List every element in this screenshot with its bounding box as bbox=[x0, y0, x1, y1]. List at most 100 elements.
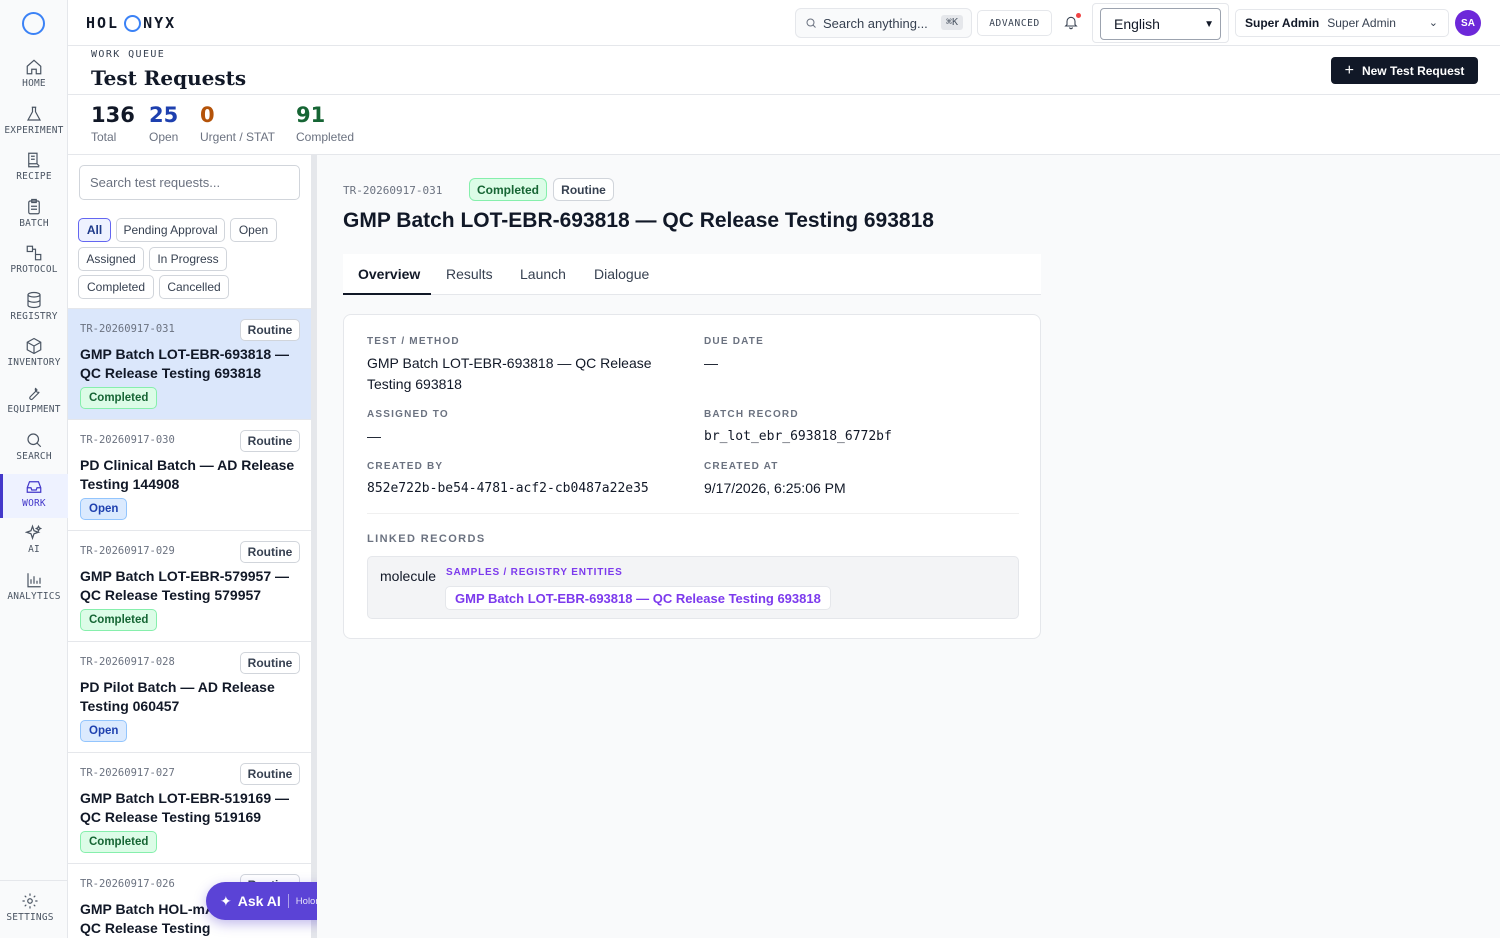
left-nav-rail: HOME EXPERIMENT RECIPE BATCH PROTOCOL RE… bbox=[0, 0, 68, 938]
plus-icon: + bbox=[1344, 61, 1354, 79]
nav-label: EQUIPMENT bbox=[7, 404, 61, 415]
list-search-input[interactable]: Search test requests... bbox=[79, 165, 300, 200]
filter-pending-approval[interactable]: Pending Approval bbox=[116, 218, 225, 242]
stat-value: 91 bbox=[296, 103, 326, 127]
app-logo[interactable] bbox=[22, 12, 45, 35]
stat-urgent: 0 Urgent / STAT bbox=[200, 103, 275, 144]
field-assigned-to: ASSIGNED TO — bbox=[367, 409, 667, 447]
nav-protocol[interactable]: PROTOCOL bbox=[0, 244, 68, 288]
nav-experiment[interactable]: EXPERIMENT bbox=[0, 105, 68, 149]
tab-results[interactable]: Results bbox=[446, 266, 493, 282]
request-card[interactable]: TR-20260917-031 Routine GMP Batch LOT-EB… bbox=[68, 309, 311, 420]
nav-ai[interactable]: AI bbox=[0, 524, 68, 568]
top-bar: HOL NYX Search anything... ⌘K ADVANCED E… bbox=[68, 0, 1500, 46]
search-icon bbox=[806, 18, 816, 28]
nav-home[interactable]: HOME bbox=[0, 58, 68, 102]
stat-completed: 91 Completed bbox=[296, 103, 354, 144]
stat-label: Open bbox=[149, 130, 179, 144]
status-badge: Open bbox=[80, 720, 128, 742]
detail-title: GMP Batch LOT-EBR-693818 — QC Release Te… bbox=[343, 209, 934, 232]
field-value: br_lot_ebr_693818_6772bf bbox=[704, 429, 892, 444]
request-card[interactable]: TR-20260917-028 Routine PD Pilot Batch —… bbox=[68, 642, 311, 753]
notification-dot bbox=[1076, 13, 1081, 18]
nav-batch[interactable]: BATCH bbox=[0, 198, 68, 242]
filter-in-progress[interactable]: In Progress bbox=[149, 247, 227, 271]
nav-search[interactable]: SEARCH bbox=[0, 431, 68, 475]
filter-open[interactable]: Open bbox=[230, 218, 277, 242]
detail-request-id: TR-20260917-031 bbox=[343, 184, 443, 197]
nav-label: BATCH bbox=[19, 218, 49, 229]
request-card[interactable]: TR-20260917-029 Routine GMP Batch LOT-EB… bbox=[68, 531, 311, 642]
request-detail: TR-20260917-031 Completed Routine GMP Ba… bbox=[317, 155, 1500, 938]
avatar[interactable]: SA bbox=[1455, 10, 1481, 36]
nav-registry[interactable]: REGISTRY bbox=[0, 291, 68, 335]
linked-records-box: molecule SAMPLES / REGISTRY ENTITIES GMP… bbox=[367, 556, 1019, 619]
nav-label: ANALYTICS bbox=[7, 591, 61, 602]
linked-entity-link[interactable]: GMP Batch LOT-EBR-693818 — QC Release Te… bbox=[445, 586, 831, 610]
tab-dialogue[interactable]: Dialogue bbox=[594, 266, 649, 282]
field-value: GMP Batch LOT-EBR-693818 — QC Release Te… bbox=[367, 355, 652, 392]
nav-label: SETTINGS bbox=[6, 912, 54, 923]
filter-assigned[interactable]: Assigned bbox=[78, 247, 144, 271]
nav-label: RECIPE bbox=[16, 171, 52, 182]
flask-icon bbox=[26, 106, 42, 121]
stat-total: 136 Total bbox=[91, 103, 135, 144]
request-id: TR-20260917-030 bbox=[80, 434, 175, 446]
brand-ring-icon bbox=[124, 14, 142, 32]
nav-label: AI bbox=[28, 544, 40, 555]
search-icon bbox=[27, 433, 42, 448]
protocol-icon bbox=[26, 245, 42, 261]
notifications-button[interactable] bbox=[1063, 13, 1081, 35]
filter-cancelled[interactable]: Cancelled bbox=[159, 275, 229, 299]
request-title: PD Clinical Batch — AD Release Testing 1… bbox=[80, 457, 295, 492]
nav-equipment[interactable]: EQUIPMENT bbox=[0, 384, 68, 428]
ask-ai-label: Ask AI bbox=[237, 893, 281, 909]
field-value: — bbox=[704, 355, 718, 371]
field-created-by: CREATED BY 852e722b-be54-4781-acf2-cb048… bbox=[367, 461, 697, 499]
nav-label: EXPERIMENT bbox=[4, 125, 64, 136]
stats-bar: 136 Total 25 Open 0 Urgent / STAT 91 Com… bbox=[68, 95, 1500, 155]
request-card[interactable]: TR-20260917-030 Routine PD Clinical Batc… bbox=[68, 420, 311, 531]
sparkle-icon: ✦ bbox=[220, 892, 232, 909]
nav-recipe[interactable]: RECIPE bbox=[0, 151, 68, 195]
panel-divider bbox=[367, 513, 1019, 514]
tab-launch[interactable]: Launch bbox=[520, 266, 566, 282]
status-badge: Completed bbox=[80, 831, 158, 853]
field-created-at: CREATED AT 9/17/2026, 6:25:06 PM bbox=[704, 461, 1004, 499]
active-tab-indicator bbox=[343, 293, 431, 295]
field-value: 852e722b-be54-4781-acf2-cb0487a22e35 bbox=[367, 481, 649, 496]
detail-priority-badge: Routine bbox=[553, 178, 614, 201]
global-search-input[interactable]: Search anything... ⌘K bbox=[795, 8, 972, 38]
advanced-search-button[interactable]: ADVANCED bbox=[977, 10, 1052, 36]
field-label: BATCH RECORD bbox=[704, 409, 799, 420]
clipboard-icon bbox=[28, 198, 40, 215]
bar-chart-icon bbox=[27, 573, 41, 588]
priority-badge: Routine bbox=[240, 541, 300, 563]
nav-work[interactable]: WORK bbox=[0, 474, 68, 518]
stat-label: Completed bbox=[296, 130, 355, 144]
request-card[interactable]: TR-20260917-027 Routine GMP Batch LOT-EB… bbox=[68, 753, 311, 864]
nav-settings[interactable]: SETTINGS bbox=[0, 892, 64, 936]
linked-type: molecule bbox=[380, 568, 437, 584]
field-value: — bbox=[367, 428, 381, 444]
gear-icon bbox=[22, 893, 38, 909]
new-test-request-button[interactable]: + New Test Request bbox=[1331, 57, 1478, 84]
language-select[interactable]: English ▼ bbox=[1100, 8, 1221, 40]
request-id: TR-20260917-031 bbox=[80, 323, 175, 335]
rail-divider bbox=[0, 880, 68, 881]
tab-overview[interactable]: Overview bbox=[358, 266, 420, 282]
chevron-down-icon: ▼ bbox=[1204, 19, 1214, 30]
brand-logo[interactable]: HOL NYX bbox=[86, 14, 176, 32]
filter-all[interactable]: All bbox=[78, 218, 111, 242]
request-id: TR-20260917-029 bbox=[80, 545, 175, 557]
user-menu[interactable]: Super Admin Super Admin ⌄ bbox=[1235, 9, 1449, 37]
status-badge: Completed bbox=[80, 609, 158, 631]
nav-analytics[interactable]: ANALYTICS bbox=[0, 571, 68, 615]
request-title: GMP Batch LOT-EBR-693818 — QC Release Te… bbox=[80, 346, 290, 381]
nav-inventory[interactable]: INVENTORY bbox=[0, 337, 68, 381]
request-id: TR-20260917-027 bbox=[80, 767, 175, 779]
chevron-down-icon: ⌄ bbox=[1428, 17, 1438, 29]
filter-completed[interactable]: Completed bbox=[78, 275, 154, 299]
language-select-wrapper: English ▼ bbox=[1092, 3, 1229, 43]
linked-sub-label: SAMPLES / REGISTRY ENTITIES bbox=[446, 567, 623, 578]
